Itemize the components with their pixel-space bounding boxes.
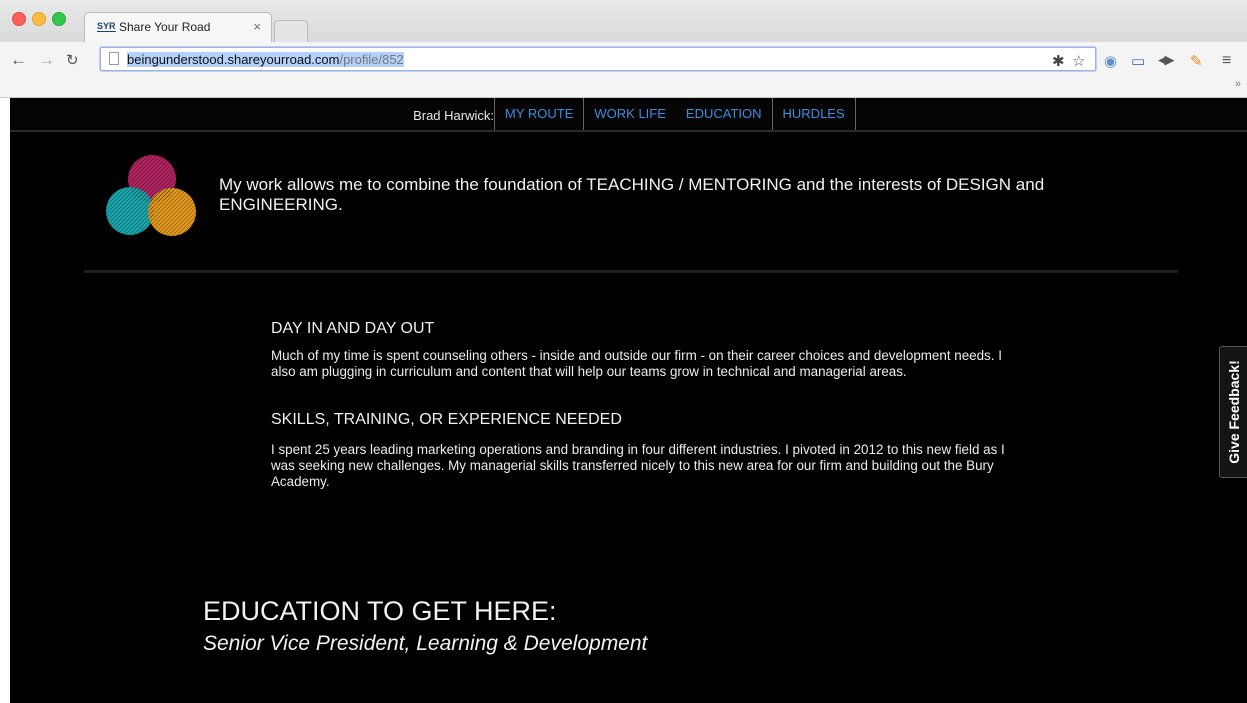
profile-nav: Brad Harwick: MY ROUTE WORK LIFE EDUCATI…: [10, 98, 1247, 132]
nav-my-route[interactable]: MY ROUTE: [494, 98, 583, 130]
url-text[interactable]: beingunderstood.shareyourroad.com/profil…: [127, 52, 404, 67]
nav-links: MY ROUTE WORK LIFE EDUCATION HURDLES: [494, 98, 856, 130]
url-path: /profile/852: [339, 52, 404, 67]
browser-toolbar: ← → ↻ beingunderstood.shareyourroad.com/…: [0, 42, 1247, 98]
browser-titlebar: SYR Share Your Road ×: [0, 0, 1247, 44]
section-title-skills: SKILLS, TRAINING, OR EXPERIENCE NEEDED: [271, 411, 622, 428]
minimize-window-button[interactable]: [32, 12, 46, 26]
nav-hurdles[interactable]: HURDLES: [771, 98, 856, 130]
audio-icon[interactable]: ◂▶: [1158, 52, 1175, 68]
close-window-button[interactable]: [12, 12, 26, 26]
profile-name-label: Brad Harwick:: [413, 108, 494, 123]
menu-icon[interactable]: ≡: [1222, 52, 1231, 70]
nav-work-life[interactable]: WORK LIFE: [583, 98, 676, 130]
tab-title: Share Your Road: [119, 20, 211, 34]
nav-education[interactable]: EDUCATION: [676, 98, 772, 130]
browser-tab[interactable]: SYR Share Your Road ×: [84, 12, 272, 42]
forward-arrow-icon[interactable]: →: [38, 50, 55, 70]
section-body-skills: I spent 25 years leading marketing opera…: [271, 442, 1005, 489]
bug-icon[interactable]: ✱: [1052, 52, 1065, 70]
zoom-window-button[interactable]: [52, 12, 66, 26]
back-arrow-icon[interactable]: ←: [10, 50, 27, 70]
window-edge: [0, 98, 10, 703]
give-feedback-tab[interactable]: Give Feedback!: [1219, 346, 1247, 478]
web-page: Brad Harwick: MY ROUTE WORK LIFE EDUCATI…: [10, 98, 1247, 703]
section-body-day: Much of my time is spent counseling othe…: [271, 348, 1002, 379]
give-feedback-label: Give Feedback!: [1225, 360, 1242, 464]
education-heading: EDUCATION TO GET HERE:: [203, 596, 557, 626]
section-title-day: DAY IN AND DAY OUT: [271, 320, 435, 337]
overflow-chevron-icon[interactable]: »: [1235, 78, 1241, 90]
url-host: beingunderstood.shareyourroad.com: [127, 52, 340, 67]
section-divider: [84, 270, 1178, 273]
tab-close-icon[interactable]: ×: [253, 19, 261, 34]
address-bar[interactable]: beingunderstood.shareyourroad.com/profil…: [100, 47, 1096, 71]
screen-capture-icon[interactable]: ▭: [1131, 52, 1145, 70]
intro-statement: My work allows me to combine the foundat…: [219, 175, 1045, 214]
extension-icon[interactable]: ✎: [1190, 52, 1203, 70]
page-icon: [109, 52, 119, 65]
camera-icon[interactable]: ◉: [1104, 52, 1117, 70]
site-favicon-icon: SYR: [97, 21, 116, 32]
star-icon[interactable]: ☆: [1072, 52, 1085, 70]
education-subtitle: Senior Vice President, Learning & Develo…: [203, 632, 648, 655]
logo-circles-icon: [106, 155, 196, 236]
reload-icon[interactable]: ↻: [66, 51, 79, 69]
new-tab-button[interactable]: [274, 20, 308, 42]
